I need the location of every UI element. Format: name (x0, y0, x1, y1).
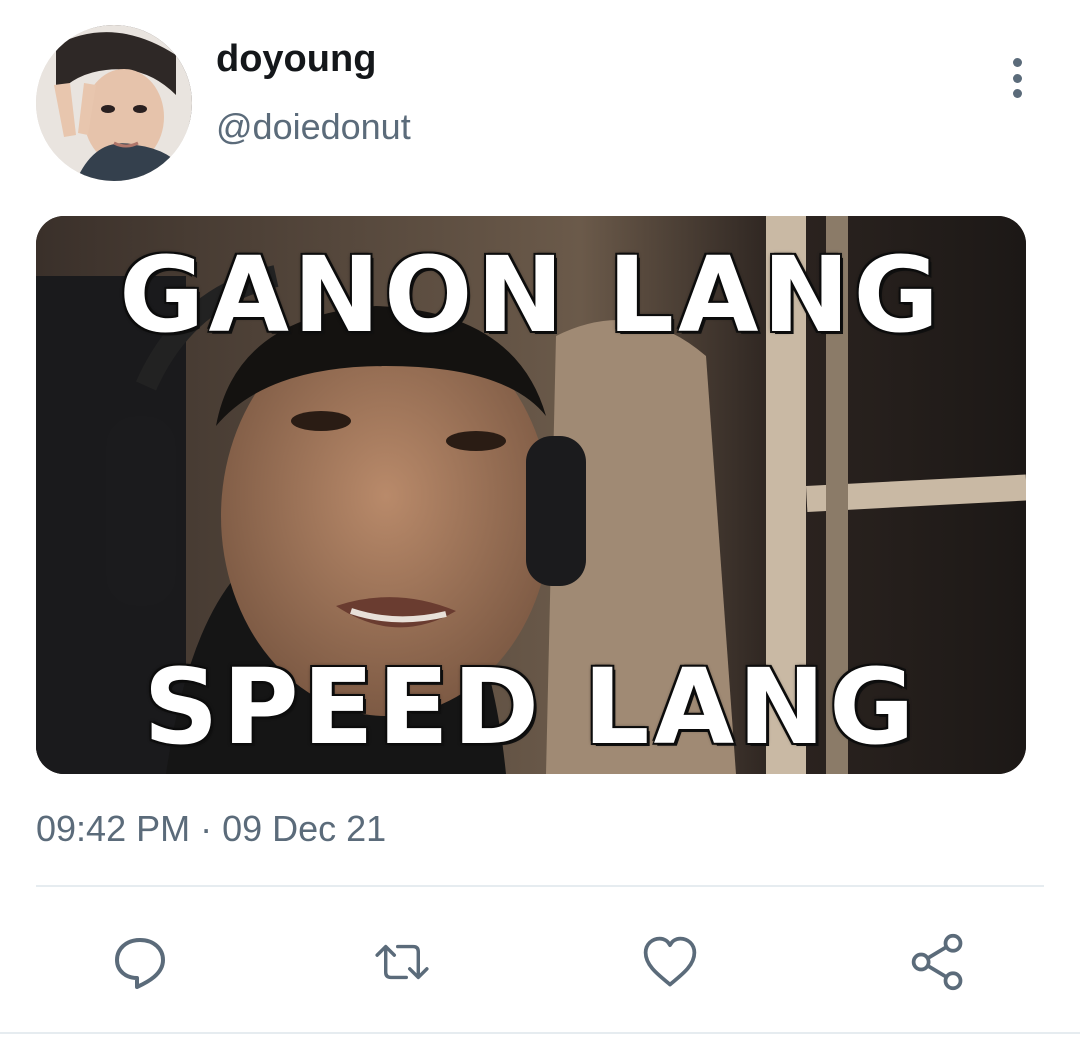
tweet-media[interactable]: GANON LANG SPEED LANG (36, 216, 1026, 774)
dot (1012, 58, 1022, 67)
reply-button[interactable] (110, 932, 170, 992)
heart-icon (643, 936, 697, 987)
user-handle[interactable]: @doiedonut (216, 106, 411, 148)
bottom-divider (0, 1032, 1080, 1034)
share-button[interactable] (908, 932, 968, 992)
dot (1012, 89, 1022, 98)
share-icon (911, 933, 963, 991)
media-caption-top: GANON LANG (119, 234, 943, 356)
like-button[interactable] (640, 932, 700, 992)
avatar[interactable] (36, 25, 192, 181)
reply-icon (115, 938, 165, 989)
dot (1012, 73, 1022, 83)
tweet-timestamp: 09:42 PM · 09 Dec 21 (36, 808, 387, 849)
media-caption-bottom: SPEED LANG (143, 646, 919, 768)
divider (36, 885, 1044, 887)
retweet-icon (375, 944, 429, 980)
more-options-icon[interactable] (1004, 58, 1030, 98)
display-name[interactable]: doyoung (216, 38, 376, 81)
avatar-image (36, 25, 192, 181)
retweet-button[interactable] (372, 932, 432, 992)
